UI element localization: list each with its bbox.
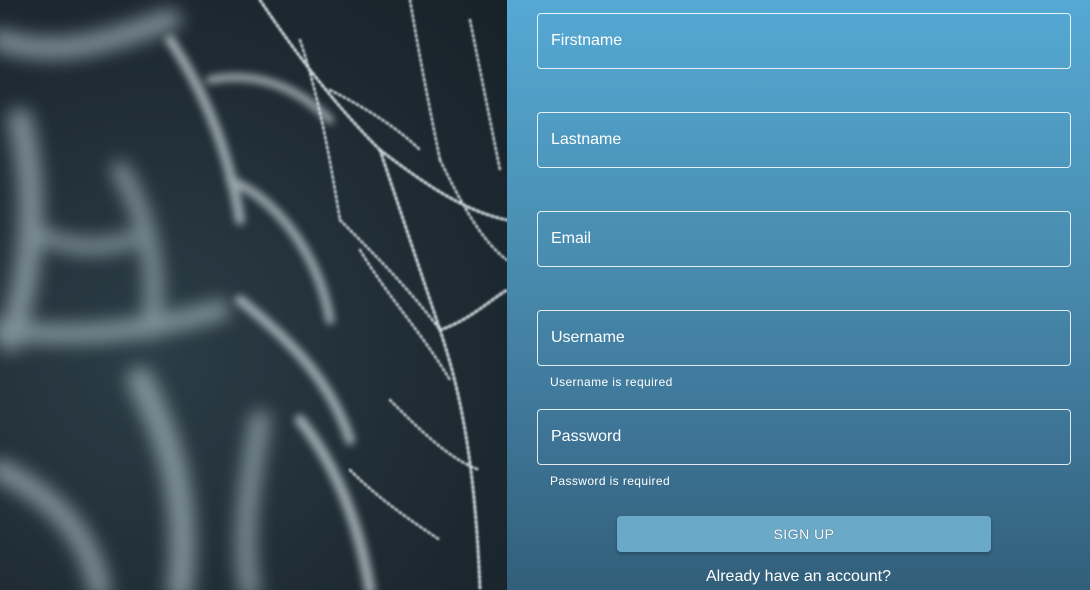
firstname-placeholder: Firstname [551, 32, 623, 49]
login-link[interactable]: Already have an account? [507, 568, 1090, 586]
username-field[interactable]: Username [537, 310, 1071, 366]
signup-form: Firstname Lastname Email Username Userna… [507, 0, 1090, 590]
lastname-field[interactable]: Lastname [537, 112, 1071, 168]
spiderweb-photo [0, 0, 507, 590]
lastname-placeholder: Lastname [551, 131, 622, 148]
password-placeholder: Password [551, 428, 622, 445]
username-placeholder: Username [551, 329, 625, 346]
spiderweb-illustration [0, 0, 507, 590]
signup-button[interactable]: SIGN UP [617, 516, 991, 552]
password-error: Password is required [550, 474, 671, 488]
username-error: Username is required [550, 375, 673, 389]
email-placeholder: Email [551, 230, 592, 247]
firstname-field[interactable]: Firstname [537, 13, 1071, 69]
password-field[interactable]: Password [537, 409, 1071, 465]
email-field[interactable]: Email [537, 211, 1071, 267]
